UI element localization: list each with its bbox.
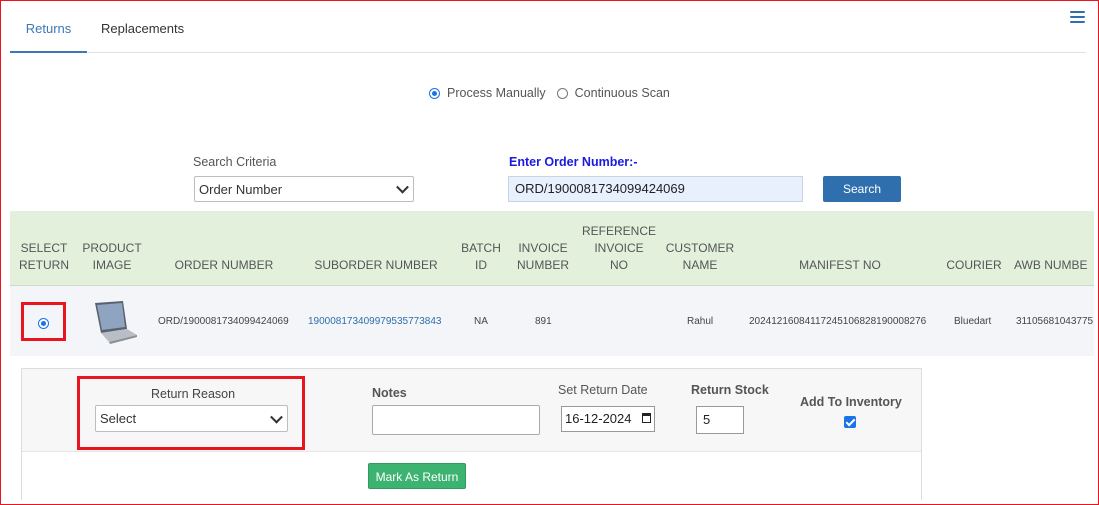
order-number-input[interactable]: ORD/1900081734099424069 — [508, 176, 803, 202]
chevron-down-icon — [270, 410, 283, 424]
table-row: ORD/1900081734099424069 1900081734099795… — [10, 286, 1094, 356]
continuous-scan-label: Continuous Scan — [574, 86, 670, 100]
return-details-panel: Return Reason Select Notes Set Return Da… — [21, 368, 922, 500]
header-awb-number: AWB NUMBE — [1014, 258, 1088, 272]
row-manifest-no: 20241216084117245106828190008276 — [749, 316, 927, 327]
add-to-inventory-label: Add To Inventory — [800, 395, 902, 409]
header-order-number: ORDER NUMBER — [174, 258, 274, 272]
search-criteria-value: Order Number — [199, 181, 283, 197]
continuous-scan-radio[interactable] — [556, 87, 568, 99]
header-batch-id: BATCH ID — [461, 241, 501, 272]
return-stock-input[interactable]: 5 — [696, 406, 744, 434]
mode-selector: Process Manually Continuous Scan — [429, 86, 670, 100]
search-button[interactable]: Search — [823, 176, 901, 202]
row-courier: Bluedart — [954, 316, 992, 327]
notes-textarea[interactable] — [372, 405, 540, 435]
return-date-value: 16-12-2024 — [565, 411, 632, 426]
tab-bar: Returns Replacements — [10, 12, 1086, 53]
header-product-image: PRODUCT IMAGE — [82, 241, 142, 272]
return-reason-select[interactable]: Select — [95, 405, 288, 432]
tab-returns[interactable]: Returns — [10, 12, 87, 53]
header-invoice-number: INVOICE NUMBER — [516, 241, 569, 272]
tab-replacements[interactable]: Replacements — [101, 12, 184, 52]
return-reason-label: Return Reason — [151, 387, 236, 401]
row-order-number: ORD/1900081734099424069 — [158, 316, 289, 327]
header-suborder-number: SUBORDER NUMBER — [314, 258, 438, 272]
header-reference-invoice-no: REFERENCE INVOICE NO — [581, 224, 656, 272]
row-awb-number: 31105681043775 — [1016, 316, 1094, 327]
row-suborder-number-link[interactable]: 190008173409979535773843 — [308, 316, 441, 327]
header-select-return: SELECT RETURN — [19, 241, 69, 272]
mark-as-return-button[interactable]: Mark As Return — [368, 463, 466, 489]
row-batch-id: NA — [474, 316, 488, 327]
return-date-label: Set Return Date — [558, 383, 648, 397]
process-manually-label: Process Manually — [447, 86, 546, 100]
select-return-radio[interactable] — [38, 318, 49, 329]
header-customer-name: CUSTOMER NAME — [665, 241, 735, 272]
process-manually-radio[interactable] — [429, 87, 440, 99]
search-criteria-select[interactable]: Order Number — [194, 176, 414, 202]
return-date-input[interactable]: 16-12-2024 — [561, 406, 655, 432]
table-header: SELECT RETURN PRODUCT IMAGE ORDER NUMBER S… — [10, 211, 1094, 286]
add-to-inventory-checkbox[interactable] — [844, 416, 856, 428]
row-invoice-number: 891 — [535, 316, 552, 327]
return-stock-label: Return Stock — [691, 383, 769, 397]
calendar-icon[interactable] — [642, 413, 651, 423]
search-criteria-label: Search Criteria — [193, 155, 277, 169]
header-manifest-no: MANIFEST NO — [799, 258, 881, 272]
order-number-label: Enter Order Number:- — [509, 155, 638, 169]
notes-label: Notes — [372, 386, 407, 400]
header-courier: COURIER — [946, 258, 1002, 272]
returns-table: SELECT RETURN PRODUCT IMAGE ORDER NUMBER S… — [10, 211, 1094, 505]
chevron-down-icon — [396, 180, 409, 194]
return-reason-value: Select — [100, 411, 137, 426]
laptop-product-image — [95, 301, 137, 344]
row-customer-name: Rahul — [687, 316, 714, 327]
details-actions: Mark As Return — [22, 451, 921, 500]
